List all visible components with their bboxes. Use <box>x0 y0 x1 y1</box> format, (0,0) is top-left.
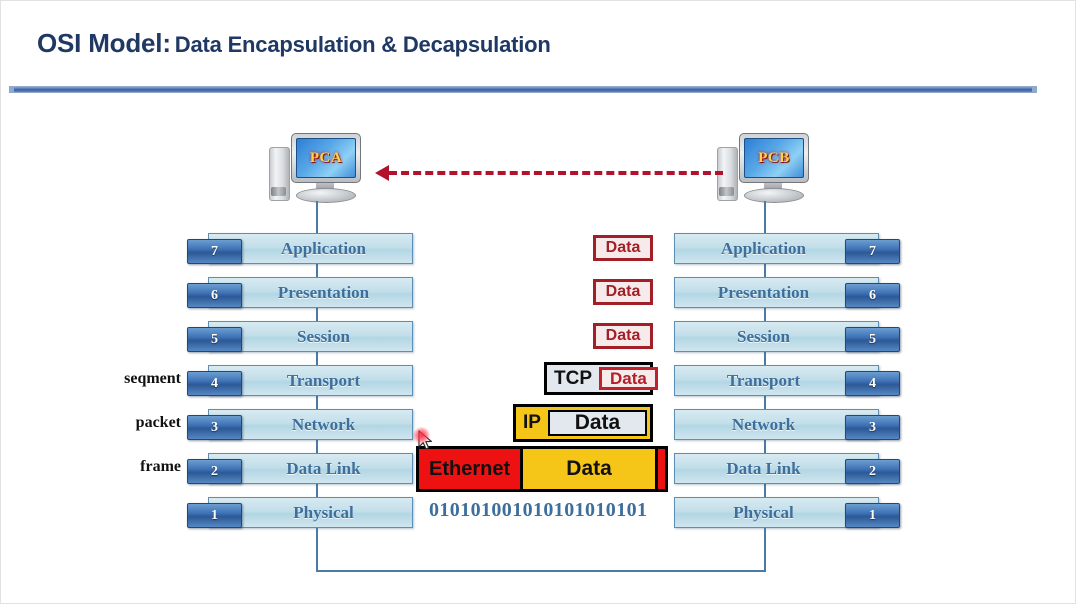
pc-a-tower-icon <box>269 147 290 201</box>
transmission-arrow-head-icon <box>375 165 389 181</box>
left-layer-transport[interactable]: 4 Transport <box>187 365 413 396</box>
right-layer-application-number: 7 <box>845 239 900 264</box>
pc-a-label: PCA <box>309 149 343 166</box>
encap-row-session: Data <box>593 323 653 349</box>
right-layer-transport[interactable]: Transport 4 <box>674 365 900 396</box>
left-connector-5-4 <box>316 352 318 365</box>
left-layer-application-number: 7 <box>187 239 242 264</box>
pc-b-downlink <box>764 201 766 233</box>
encap-trailer-ethernet <box>658 449 665 489</box>
slide-page: OSI Model: Data Encapsulation & Decapsula… <box>0 0 1076 604</box>
left-layer-network-number: 3 <box>187 415 242 440</box>
left-layer-session-number: 5 <box>187 327 242 352</box>
pc-a[interactable]: PCA <box>265 129 369 205</box>
right-layer-datalink-number: 2 <box>845 459 900 484</box>
encap-data-application: Data <box>593 235 653 261</box>
pc-b-label: PCB <box>758 149 790 166</box>
encap-row-datalink: Ethernet Data <box>416 446 668 492</box>
left-layer-datalink[interactable]: 2 Data Link <box>187 453 413 484</box>
right-layer-session[interactable]: Session 5 <box>674 321 900 352</box>
pc-a-monitor-icon: PCA <box>291 133 361 183</box>
left-connector-4-3 <box>316 396 318 409</box>
right-layer-presentation-number: 6 <box>845 283 900 308</box>
left-layer-session[interactable]: 5 Session <box>187 321 413 352</box>
right-connector-2-1 <box>764 484 766 497</box>
encap-data-network: Data <box>547 410 647 436</box>
right-layer-physical-number: 1 <box>845 503 900 528</box>
encap-header-ethernet: Ethernet <box>419 449 521 489</box>
encap-data-datalink: Data <box>520 449 658 489</box>
left-layer-transport-number: 4 <box>187 371 242 396</box>
pc-b-base <box>744 188 804 203</box>
pdu-label-packet: packet <box>135 414 181 431</box>
title-main: OSI Model: <box>37 28 171 58</box>
encap-header-tcp: TCP <box>547 365 599 392</box>
right-physical-downlink <box>764 528 766 572</box>
left-layer-datalink-number: 2 <box>187 459 242 484</box>
right-layer-session-number: 5 <box>845 327 900 352</box>
page-title: OSI Model: Data Encapsulation & Decapsula… <box>37 28 551 59</box>
left-layer-presentation-number: 6 <box>187 283 242 308</box>
pdu-label-segment: seqment <box>124 370 181 387</box>
encap-row-network: IP Data <box>513 404 653 442</box>
right-layer-network-number: 3 <box>845 415 900 440</box>
osi-diagram: PCA PCB 7 Application 6 Presentation 5 S… <box>1 101 1076 605</box>
right-connector-4-3 <box>764 396 766 409</box>
left-layer-network[interactable]: 3 Network <box>187 409 413 440</box>
left-layer-presentation[interactable]: 6 Presentation <box>187 277 413 308</box>
encap-row-application: Data <box>593 235 653 261</box>
pdu-label-frame: frame <box>140 458 181 475</box>
left-physical-downlink <box>316 528 318 572</box>
encap-row-transport: TCP Data <box>544 362 658 395</box>
click-halo-icon <box>413 427 430 444</box>
right-layer-presentation[interactable]: Presentation 6 <box>674 277 900 308</box>
right-layer-application[interactable]: Application 7 <box>674 233 900 264</box>
pc-a-base <box>296 188 356 203</box>
encap-data-session: Data <box>593 323 653 349</box>
left-layer-physical[interactable]: 1 Physical <box>187 497 413 528</box>
right-connector-7-6 <box>764 264 766 277</box>
transmission-arrow-line <box>389 171 723 175</box>
right-connector-5-4 <box>764 352 766 365</box>
pc-b-monitor-icon: PCB <box>739 133 809 183</box>
left-connector-2-1 <box>316 484 318 497</box>
right-layer-physical[interactable]: Physical 1 <box>674 497 900 528</box>
left-connector-6-5 <box>316 308 318 321</box>
left-layer-physical-number: 1 <box>187 503 242 528</box>
pc-b[interactable]: PCB <box>713 129 817 205</box>
encap-physical-bits: 010101001010101010101 <box>429 499 648 521</box>
slide-header: OSI Model: Data Encapsulation & Decapsula… <box>1 1 1076 101</box>
encap-header-ip: IP <box>516 407 548 439</box>
left-layer-application[interactable]: 7 Application <box>187 233 413 264</box>
right-connector-3-2 <box>764 440 766 453</box>
encap-row-presentation: Data <box>593 279 653 305</box>
right-layer-network[interactable]: Network 3 <box>674 409 900 440</box>
left-connector-3-2 <box>316 440 318 453</box>
encap-data-transport: Data <box>599 367 658 390</box>
physical-medium-link <box>316 570 766 572</box>
right-layer-transport-number: 4 <box>845 371 900 396</box>
encap-data-presentation: Data <box>593 279 653 305</box>
title-divider <box>9 86 1037 93</box>
left-connector-7-6 <box>316 264 318 277</box>
right-connector-6-5 <box>764 308 766 321</box>
title-sub: Data Encapsulation & Decapsulation <box>174 32 551 57</box>
right-layer-datalink[interactable]: Data Link 2 <box>674 453 900 484</box>
pc-a-downlink <box>316 201 318 233</box>
